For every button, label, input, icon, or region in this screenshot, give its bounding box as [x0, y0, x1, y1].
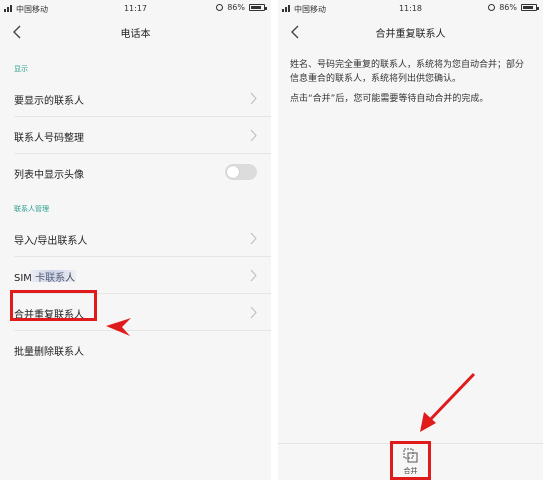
chevron-right-icon [250, 306, 257, 319]
battery-percent: 86% [499, 3, 517, 12]
annotation-arrow-icon [420, 372, 476, 432]
menu-item-visible-contacts[interactable]: 要显示的联系人 [0, 80, 271, 117]
top-nav-bar: 电话本 [0, 18, 271, 46]
top-nav-bar: 合并重复联系人 [278, 18, 543, 46]
show-avatar-toggle[interactable] [225, 164, 257, 180]
blur-overlay [30, 270, 76, 282]
menu-item-import-export[interactable]: 导入/导出联系人 [0, 220, 271, 257]
status-bar: 中国移动 11:17 86% [0, 0, 271, 18]
page-title: 合并重复联系人 [375, 29, 446, 40]
chevron-right-icon [250, 129, 257, 142]
highlight-box-merge-duplicates [10, 290, 97, 321]
contacts-settings-screen: 中国移动 11:17 86% 电话本 显示 要显示的联系人 联系人号码整理 列表… [0, 0, 271, 480]
menu-item-organize-numbers[interactable]: 联系人号码整理 [0, 117, 271, 154]
chevron-right-icon [250, 232, 257, 245]
alarm-icon [488, 4, 496, 11]
alarm-icon [216, 4, 224, 11]
battery-icon [521, 4, 539, 11]
panel-divider [271, 0, 278, 480]
merge-description: 姓名、号码完全重复的联系人，系统将为您自动合并；部分信息重合的联系人，系统将列出… [290, 60, 525, 84]
status-bar: 中国移动 11:18 86% [278, 0, 543, 18]
bottom-action-bar: 合并 [278, 441, 543, 480]
page-title: 电话本 [120, 29, 151, 40]
section-header-contact-management: 联系人管理 [14, 205, 49, 213]
merge-icon [403, 448, 418, 463]
annotation-arrow-icon [106, 318, 131, 336]
chevron-right-icon [250, 269, 257, 282]
battery-percent: 86% [227, 3, 245, 12]
merge-button[interactable]: 合并 [390, 441, 431, 480]
menu-item-show-avatar: 列表中显示头像 [0, 154, 271, 191]
section-header-display: 显示 [14, 65, 28, 73]
menu-item-sim-contacts[interactable]: SIM 卡联系人 [0, 257, 271, 294]
merge-duplicates-screen: 中国移动 11:18 86% 合并重复联系人 姓名、号码完全重复的联系人，系统将… [278, 0, 543, 480]
merge-button-label: 合并 [403, 467, 418, 475]
merge-hint: 点击“合并”后，您可能需要等待自动合并的完成。 [290, 94, 489, 104]
chevron-right-icon [250, 92, 257, 105]
battery-icon [249, 4, 267, 11]
